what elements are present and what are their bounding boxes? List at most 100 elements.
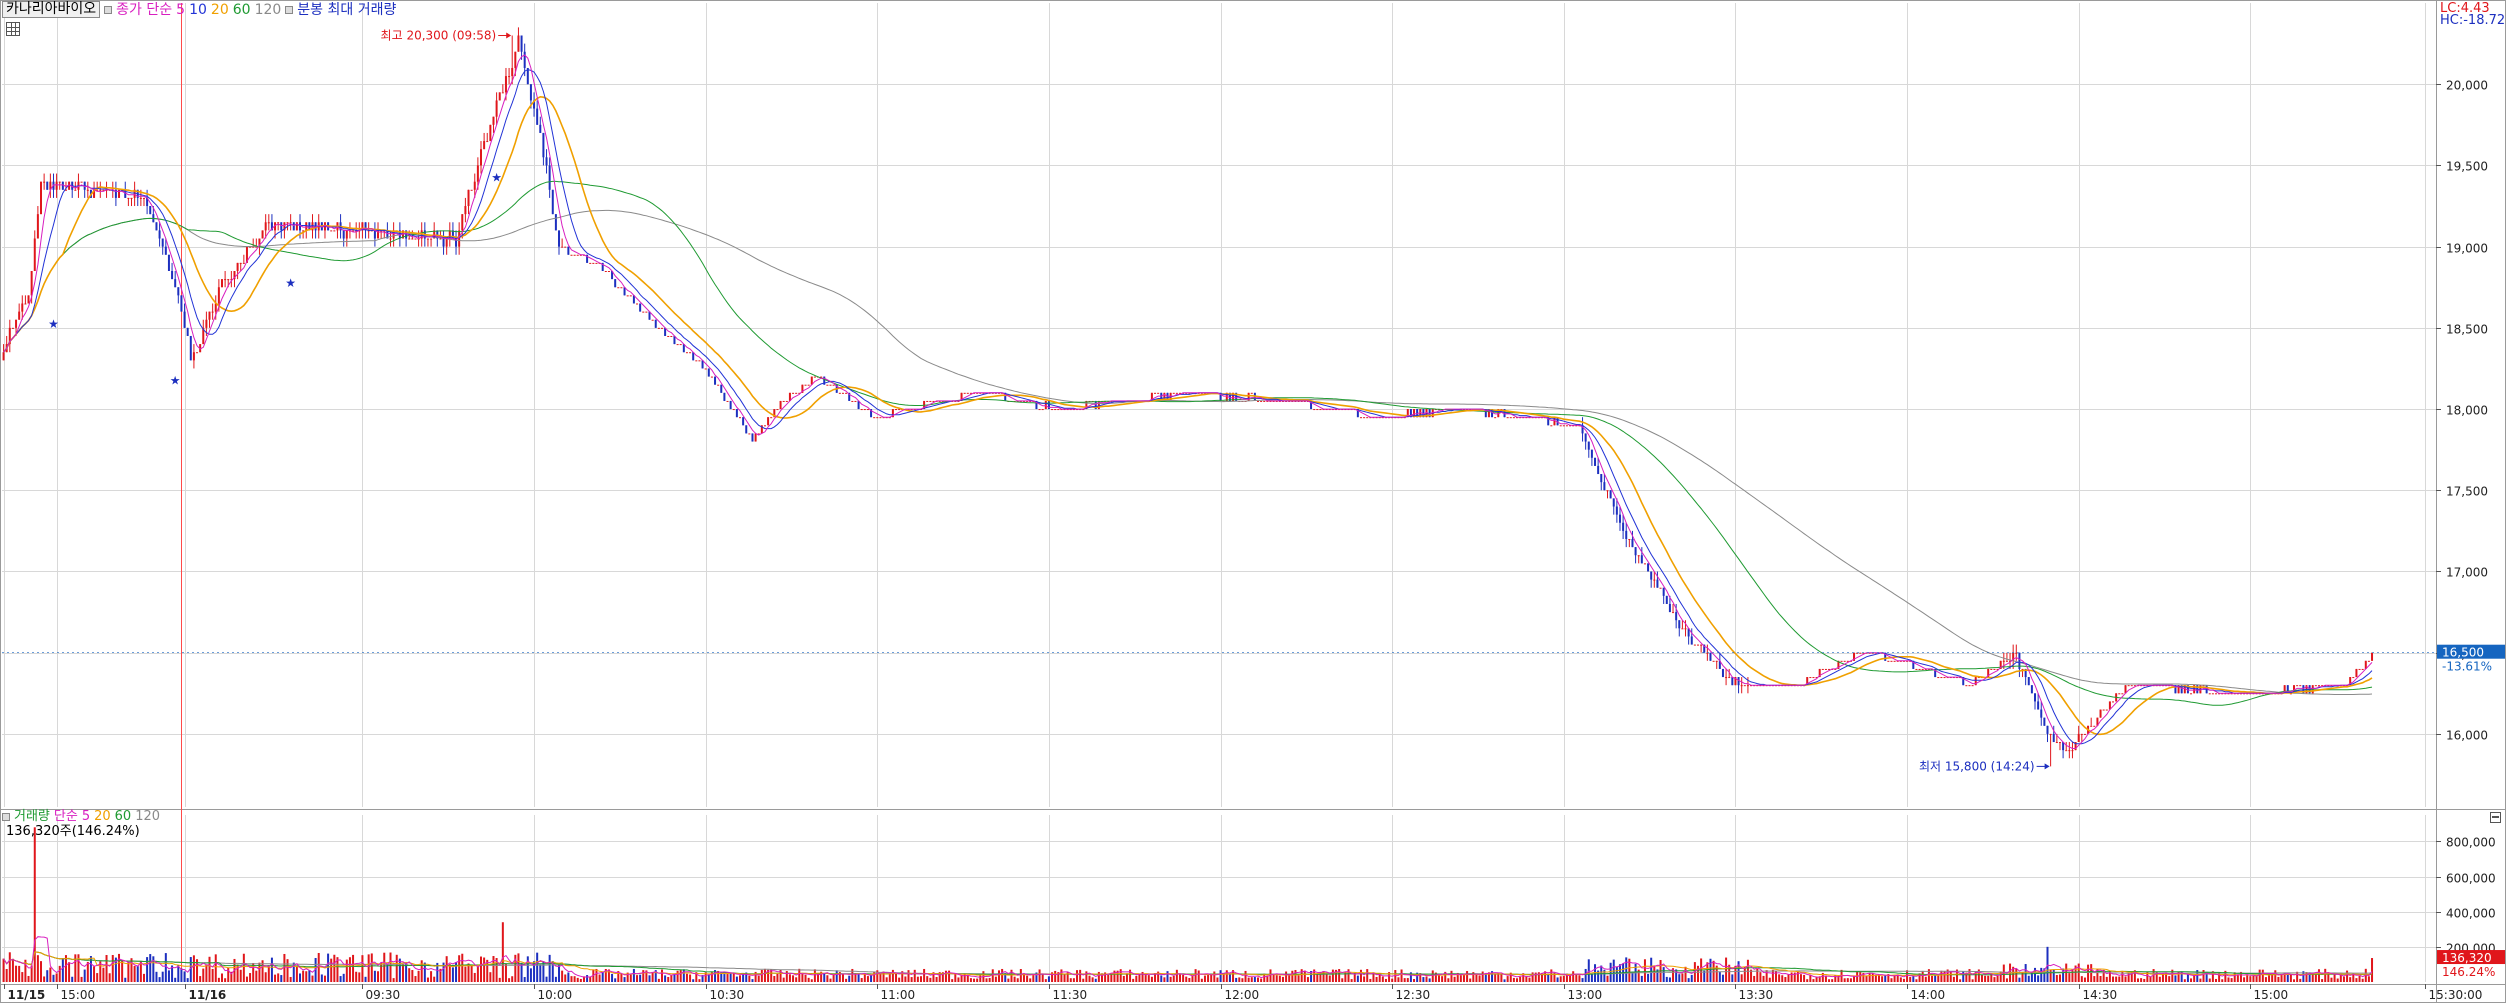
candle-body bbox=[1968, 685, 1971, 687]
volume-bar bbox=[529, 968, 532, 982]
min-arrow-head bbox=[2044, 763, 2050, 770]
volume-bar bbox=[501, 922, 504, 982]
volume-bar bbox=[1562, 975, 1565, 982]
volume-bar bbox=[848, 975, 851, 982]
volume-bar bbox=[898, 977, 901, 982]
volume-bar bbox=[121, 960, 124, 982]
volume-bar bbox=[926, 976, 929, 982]
candle-body bbox=[1743, 685, 1746, 687]
volume-bar bbox=[1512, 977, 1515, 982]
volume-bar bbox=[1325, 973, 1328, 982]
volume-bar bbox=[80, 976, 83, 982]
candle-body bbox=[838, 392, 841, 394]
volume-bar bbox=[511, 976, 514, 982]
volume-bar bbox=[136, 966, 139, 982]
volume-bar bbox=[1450, 970, 1453, 982]
volume-bar bbox=[2236, 975, 2239, 982]
volume-bar bbox=[1874, 975, 1877, 982]
volume-bar bbox=[2058, 974, 2061, 982]
volume-bar bbox=[1294, 969, 1297, 982]
volume-bar bbox=[320, 974, 323, 982]
volume-bar bbox=[108, 973, 111, 982]
volume-bar bbox=[1812, 979, 1815, 982]
volume-bar bbox=[1962, 971, 1965, 982]
volume-bar bbox=[1250, 977, 1253, 982]
volume-bar bbox=[127, 962, 130, 982]
volume-bar bbox=[2268, 975, 2271, 982]
candle-body bbox=[1559, 425, 1562, 427]
candle-body bbox=[504, 76, 507, 93]
volume-bar bbox=[2052, 969, 2055, 982]
chart-canvas[interactable]: 20,000 19,500 19,000 18,500 18,000 17,500 17,0… bbox=[0, 0, 2506, 1003]
candle-body bbox=[1175, 392, 1178, 394]
volume-bar bbox=[102, 967, 105, 982]
candle-body bbox=[467, 189, 470, 207]
candle-body bbox=[1665, 595, 1668, 604]
volume-bar bbox=[2168, 976, 2171, 982]
grid-settings-icon[interactable] bbox=[6, 22, 20, 36]
legend-toggle-icon-2[interactable] bbox=[285, 5, 294, 14]
volume-bar bbox=[389, 952, 392, 982]
candle-body bbox=[1668, 603, 1671, 613]
time-tick-label: 11:30 bbox=[1053, 988, 1088, 1002]
time-tick-label: 09:30 bbox=[366, 988, 401, 1002]
volume-bar bbox=[1500, 974, 1503, 982]
volume-bar bbox=[1459, 975, 1462, 982]
volume-bar bbox=[8, 952, 11, 982]
volume-bar bbox=[916, 976, 919, 982]
minimize-pane-icon[interactable] bbox=[2490, 812, 2501, 823]
candle-body bbox=[1940, 677, 1943, 679]
volume-bar bbox=[1615, 966, 1618, 982]
symbol-selector[interactable]: 카나리아바이오 bbox=[2, 1, 101, 18]
candle-body bbox=[1594, 457, 1597, 466]
candle-body bbox=[1637, 555, 1640, 557]
volume-bar bbox=[1422, 977, 1425, 982]
volume-bar bbox=[1285, 971, 1288, 982]
volume-bar bbox=[227, 967, 230, 982]
volume-bar bbox=[2246, 975, 2249, 982]
candle-body bbox=[1990, 668, 1993, 670]
chart-frame bbox=[0, 0, 2506, 1003]
volume-bar bbox=[1160, 975, 1163, 982]
candle-body bbox=[2046, 725, 2049, 734]
volume-bar bbox=[2083, 977, 2086, 982]
candle-body bbox=[767, 417, 770, 426]
candle-body bbox=[2099, 709, 2102, 718]
volume-bar bbox=[682, 969, 685, 982]
candle-body bbox=[860, 409, 863, 411]
volume-bar bbox=[2215, 978, 2218, 982]
time-tick-label: 11/15 bbox=[8, 988, 46, 1002]
volume-bar bbox=[302, 970, 305, 982]
candle-body bbox=[929, 400, 932, 402]
volume-bar bbox=[202, 968, 205, 982]
candle-body bbox=[1600, 474, 1603, 483]
volume-bar bbox=[2205, 973, 2208, 982]
volume-bar bbox=[517, 953, 520, 982]
volume-bar bbox=[1197, 970, 1200, 982]
volume-bar bbox=[1809, 975, 1812, 982]
candle-body bbox=[342, 230, 345, 239]
min-price-annotation: 최저 15,800 (14:24) bbox=[1919, 759, 2035, 773]
stock-chart[interactable]: 20,000 19,500 19,000 18,500 18,000 17,500 17,0… bbox=[0, 0, 2506, 1003]
volume-bar bbox=[879, 973, 882, 982]
candle-body bbox=[1316, 409, 1319, 411]
candle-body bbox=[289, 222, 292, 224]
volume-bar bbox=[614, 978, 617, 982]
candle-body bbox=[676, 344, 679, 346]
legend-toggle-icon[interactable] bbox=[104, 5, 113, 14]
candle-body bbox=[292, 222, 295, 231]
volume-bar bbox=[1281, 976, 1284, 982]
time-tick-label: 15:30:00 bbox=[2429, 988, 2483, 1002]
candle-body bbox=[483, 141, 486, 150]
volume-bar bbox=[330, 958, 333, 982]
volume-bar bbox=[739, 975, 742, 982]
candle-body bbox=[2093, 725, 2096, 727]
volume-toggle-icon[interactable] bbox=[2, 813, 10, 821]
candle-body bbox=[1597, 465, 1600, 475]
candle-body bbox=[1618, 514, 1621, 523]
candle-body bbox=[86, 189, 89, 191]
candle-body bbox=[879, 417, 882, 419]
candle-body bbox=[1690, 636, 1693, 645]
volume-bar bbox=[1547, 974, 1550, 982]
minute-max-volume-label: 분봉 최대 거래량 bbox=[297, 1, 397, 18]
